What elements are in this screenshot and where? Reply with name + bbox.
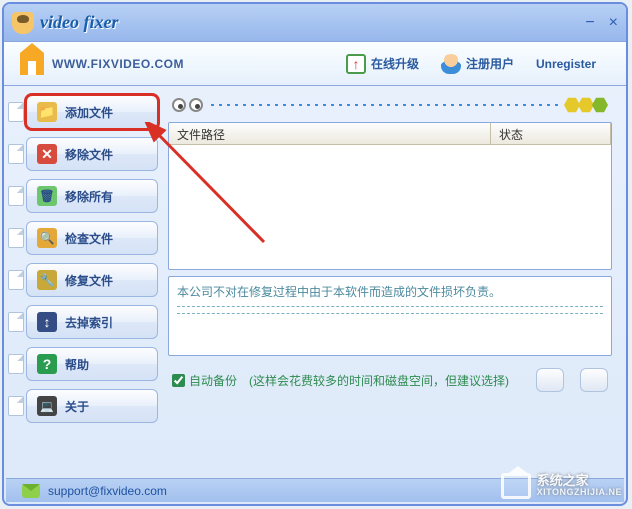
column-headers: 文件路径 状态 — [169, 123, 611, 145]
folder-icon — [37, 102, 57, 122]
about-button[interactable]: 关于 — [26, 389, 158, 423]
sidebar: 添加文件 移除文件 移除所有 — [4, 86, 162, 480]
col-status[interactable]: 状态 — [491, 123, 611, 144]
auto-backup-label: 自动备份 — [189, 372, 237, 389]
bottom-row: 自动备份 (这样会花费较多的时间和磁盘空间，但建议选择) — [168, 362, 612, 398]
about-icon — [37, 396, 57, 416]
remove-file-label: 移除文件 — [65, 146, 113, 163]
upgrade-label: 在线升级 — [371, 55, 419, 72]
help-icon — [37, 354, 57, 374]
register-user-button[interactable]: 注册用户 — [441, 54, 514, 74]
support-email[interactable]: support@fixvideo.com — [48, 484, 167, 498]
remove-all-label: 移除所有 — [65, 188, 113, 205]
wrench-icon — [37, 270, 57, 290]
register-label: 注册用户 — [466, 55, 514, 72]
main-panel: 文件路径 状态 本公司不对在修复过程中由于本软件而造成的文件损坏负责。 自动备份… — [162, 86, 626, 480]
fix-file-button[interactable]: 修复文件 — [26, 263, 158, 297]
dashed-rule — [177, 306, 603, 307]
toolbar: WWW.FIXVIDEO.COM 在线升级 注册用户 Unregister — [4, 42, 626, 86]
add-file-label: 添加文件 — [65, 104, 113, 121]
page-icon — [8, 144, 24, 164]
honeycomb-icon — [566, 97, 608, 113]
auto-backup-input[interactable] — [172, 374, 185, 387]
remove-file-button[interactable]: 移除文件 — [26, 137, 158, 171]
unregister-button[interactable]: Unregister — [536, 54, 596, 74]
remove-all-button[interactable]: 移除所有 — [26, 179, 158, 213]
user-icon — [441, 54, 461, 74]
homepage-url[interactable]: WWW.FIXVIDEO.COM — [52, 57, 184, 71]
remove-icon — [37, 144, 57, 164]
page-icon — [8, 312, 24, 332]
auto-backup-hint: (这样会花费较多的时间和磁盘空间，但建议选择) — [249, 372, 509, 389]
watermark-logo-icon — [501, 473, 531, 499]
col-path[interactable]: 文件路径 — [169, 123, 491, 144]
index-icon — [37, 312, 57, 332]
auto-backup-checkbox[interactable]: 自动备份 — [172, 372, 237, 389]
check-file-label: 检查文件 — [65, 230, 113, 247]
mail-icon — [22, 484, 40, 498]
file-list[interactable]: 文件路径 状态 — [168, 122, 612, 270]
help-label: 帮助 — [65, 356, 89, 373]
watermark-sub: XITONGZHIJIA.NE — [537, 488, 622, 498]
message-box: 本公司不对在修复过程中由于本软件而造成的文件损坏负责。 — [168, 276, 612, 356]
disclaimer-text: 本公司不对在修复过程中由于本软件而造成的文件损坏负责。 — [177, 283, 603, 300]
help-button[interactable]: 帮助 — [26, 347, 158, 381]
divider-dots — [211, 104, 558, 106]
action-button-2[interactable] — [580, 368, 608, 392]
trash-icon — [37, 186, 57, 206]
title-bar: video fixer − × — [4, 4, 626, 42]
window-controls: − × — [585, 14, 618, 32]
unregister-label: Unregister — [536, 57, 596, 71]
page-icon — [8, 102, 24, 122]
page-icon — [8, 354, 24, 374]
minimize-button[interactable]: − — [585, 14, 594, 32]
action-button-1[interactable] — [536, 368, 564, 392]
decor-strip — [168, 94, 612, 116]
dashed-rule — [177, 313, 603, 314]
app-title: video fixer — [40, 12, 118, 33]
online-upgrade-button[interactable]: 在线升级 — [346, 54, 419, 74]
page-icon — [8, 228, 24, 248]
page-icon — [8, 186, 24, 206]
page-icon — [8, 270, 24, 290]
watermark: 系统之家 XITONGZHIJIA.NE — [501, 473, 622, 499]
check-file-button[interactable]: 检查文件 — [26, 221, 158, 255]
fix-file-label: 修复文件 — [65, 272, 113, 289]
remove-index-button[interactable]: 去掉索引 — [26, 305, 158, 339]
add-file-button[interactable]: 添加文件 — [26, 95, 158, 129]
app-avatar-icon — [12, 12, 34, 34]
body-area: 添加文件 移除文件 移除所有 — [4, 86, 626, 480]
page-icon — [8, 396, 24, 416]
home-icon[interactable] — [20, 53, 44, 75]
eyes-icon — [172, 98, 203, 112]
upgrade-icon — [346, 54, 366, 74]
about-label: 关于 — [65, 398, 89, 415]
close-button[interactable]: × — [609, 14, 618, 32]
app-window: video fixer − × WWW.FIXVIDEO.COM 在线升级 注册… — [2, 2, 628, 506]
magnifier-icon — [37, 228, 57, 248]
remove-index-label: 去掉索引 — [65, 314, 113, 331]
